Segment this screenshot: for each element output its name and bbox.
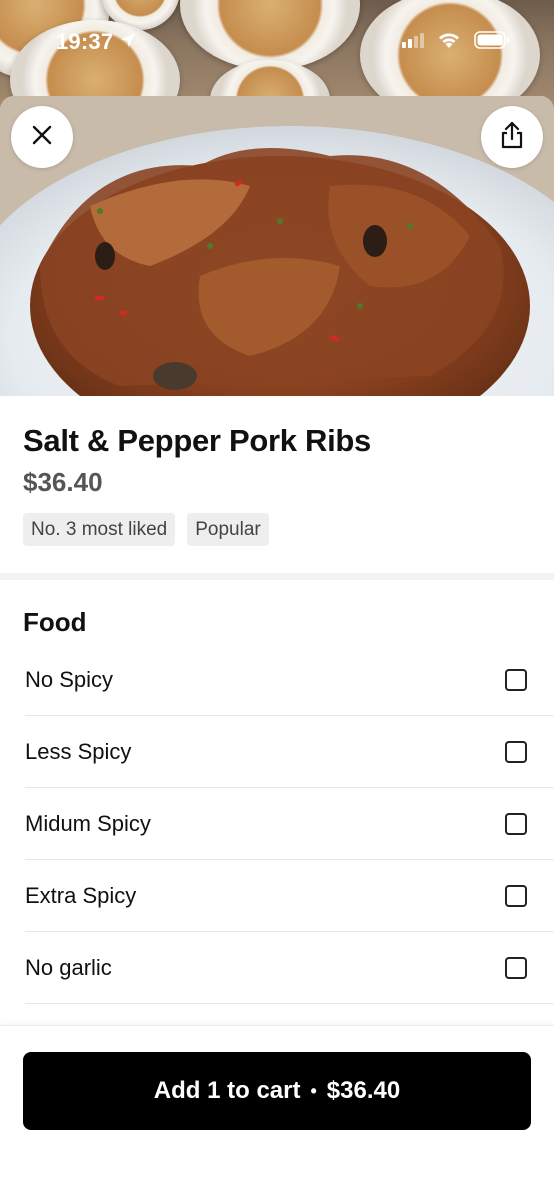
status-time: 19:37 [56,29,114,54]
checkbox[interactable] [505,956,527,979]
add-to-cart-label: Add 1 to cart [153,1077,301,1104]
option-row-no-spicy[interactable]: No Spicy [25,644,554,716]
option-label: Less Spicy [25,738,132,764]
share-icon [499,121,525,154]
option-list: No Spicy Less Spicy Midum Spicy Extra Sp… [0,644,554,1004]
item-photo [0,96,554,396]
badge-popular: Popular [187,513,269,546]
add-to-cart-price: $36.40 [326,1077,401,1104]
item-title: Salt & Pepper Pork Ribs [23,423,371,458]
wifi-icon [436,31,462,54]
section-title: Food [23,607,87,637]
checkbox[interactable] [505,812,527,835]
checkbox[interactable] [505,884,527,907]
separator-dot: • [310,1080,317,1101]
close-icon [30,123,54,152]
option-row-less-spicy[interactable]: Less Spicy [25,716,554,788]
location-arrow-icon [119,29,137,55]
option-row-medium-spicy[interactable]: Midum Spicy [25,788,554,860]
battery-icon [474,30,510,54]
option-row-extra-spicy[interactable]: Extra Spicy [25,860,554,932]
section-divider [0,573,554,580]
screen: 19:37 Salt & Pepper Pork Ribs $36.40 No.… [0,0,554,1200]
add-to-cart-button[interactable]: Add 1 to cart • $36.40 [23,1052,531,1130]
cellular-signal-icon [402,32,424,53]
share-button[interactable] [481,106,543,168]
option-label: Midum Spicy [25,810,151,836]
item-info: Salt & Pepper Pork Ribs $36.40 No. 3 mos… [0,396,554,546]
pork-ribs-photo [0,96,554,396]
option-row-no-garlic[interactable]: No garlic [25,932,554,1004]
checkbox[interactable] [505,740,527,763]
option-label: No Spicy [25,666,114,692]
status-time-group: 19:37 [56,29,137,55]
food-options-section: Food No Spicy Less Spicy Midum Spicy Ext… [0,580,554,1004]
item-badges: No. 3 most liked Popular [23,513,531,546]
option-label: No garlic [25,954,112,980]
badge-most-liked: No. 3 most liked [23,513,176,546]
close-button[interactable] [11,106,73,168]
option-label: Extra Spicy [25,882,137,908]
bottom-action-bar: Add 1 to cart • $36.40 [0,1025,554,1200]
item-price: $36.40 [23,467,103,497]
status-bar: 19:37 [0,0,554,84]
status-icons [402,30,510,54]
checkbox[interactable] [505,668,527,691]
